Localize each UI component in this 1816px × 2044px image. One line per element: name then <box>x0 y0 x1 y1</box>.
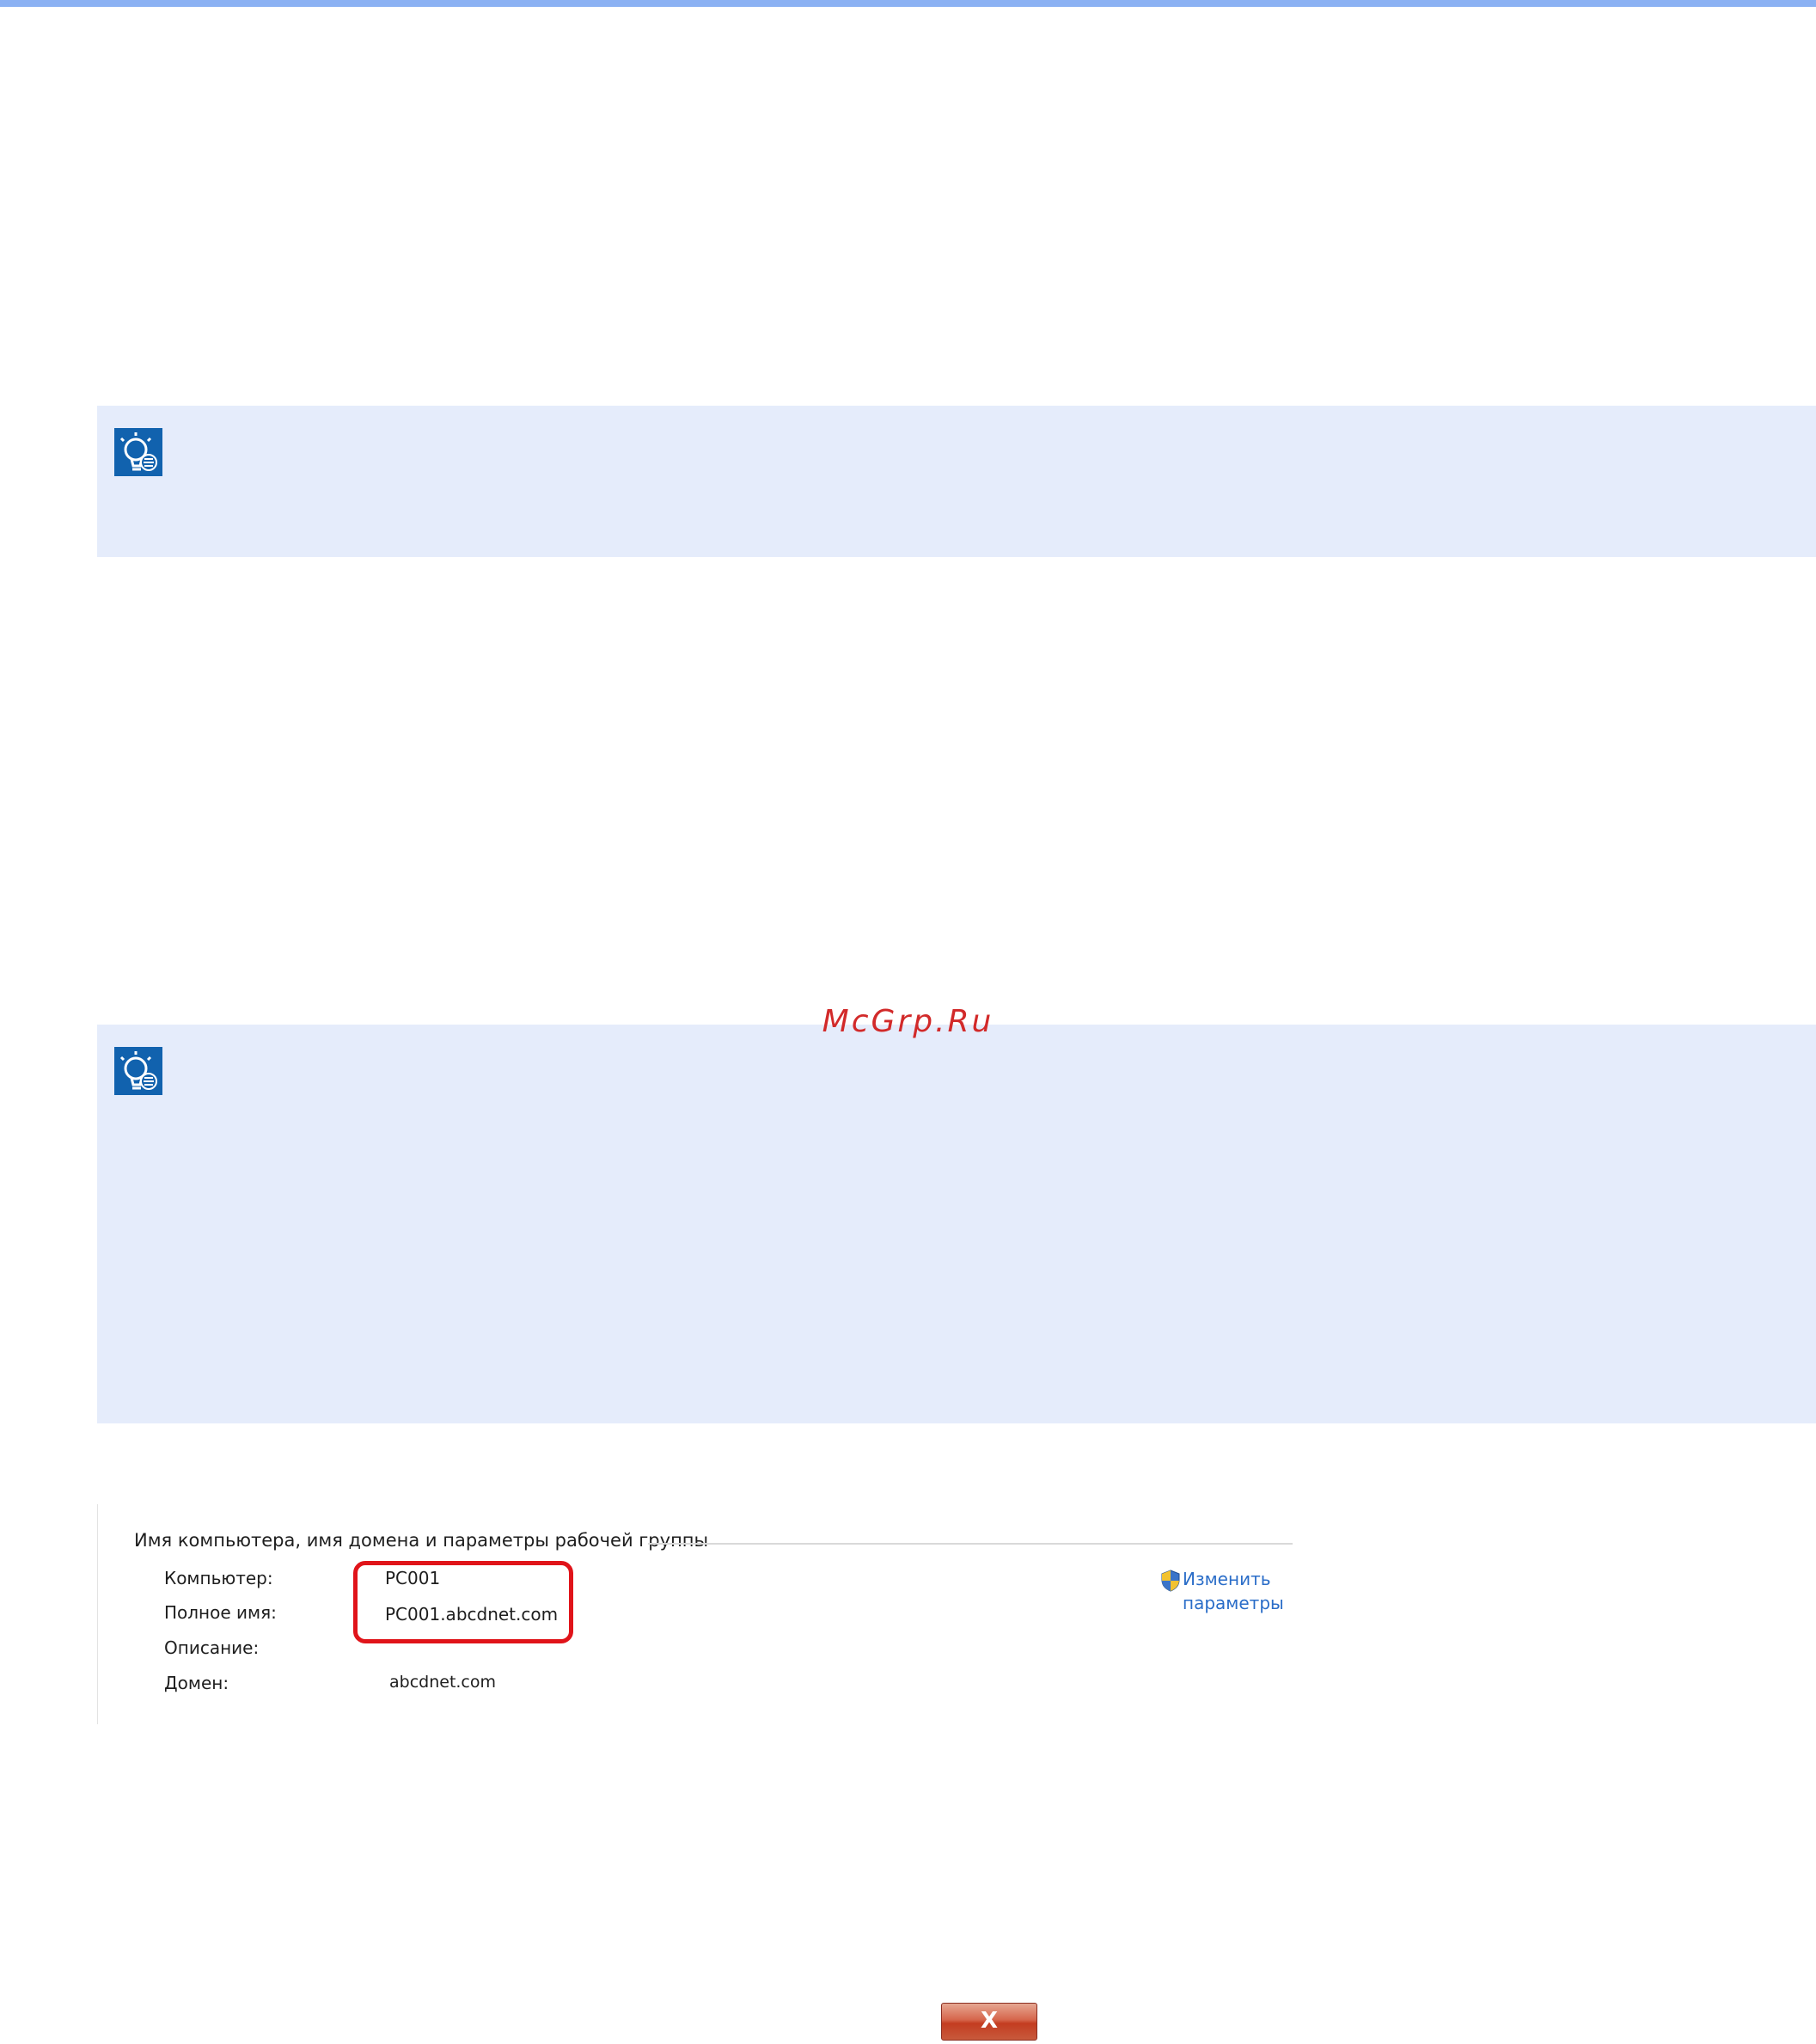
system-info-panel: Имя компьютера, имя домена и параметры р… <box>97 1504 1297 1724</box>
note-box <box>97 406 1816 557</box>
top-rule <box>0 0 1816 7</box>
domain-label: Домен: <box>164 1673 229 1693</box>
domain-value: abcdnet.com <box>389 1673 497 1692</box>
close-button[interactable]: X <box>941 2003 1037 2041</box>
full-name-label: Полное имя: <box>164 1602 277 1623</box>
change-link-line1: Изменить <box>1183 1569 1271 1589</box>
system-info-header: Имя компьютера, имя домена и параметры р… <box>134 1530 709 1551</box>
lightbulb-hint-icon <box>114 428 162 476</box>
highlight-frame <box>353 1561 573 1643</box>
computer-label: Компьютер: <box>164 1568 273 1588</box>
change-link-line2: параметры <box>1183 1593 1284 1613</box>
note-box <box>97 1025 1816 1423</box>
document-page: McGrp.Ru Имя компьютера, имя домена и па… <box>0 0 1816 2044</box>
close-icon: X <box>980 2008 999 2034</box>
watermark: McGrp.Ru <box>822 1004 994 1039</box>
lightbulb-hint-icon <box>114 1047 162 1095</box>
change-settings-link[interactable]: Изменить параметры <box>1159 1567 1284 1615</box>
description-label: Описание: <box>164 1637 260 1658</box>
header-divider <box>648 1543 1293 1545</box>
